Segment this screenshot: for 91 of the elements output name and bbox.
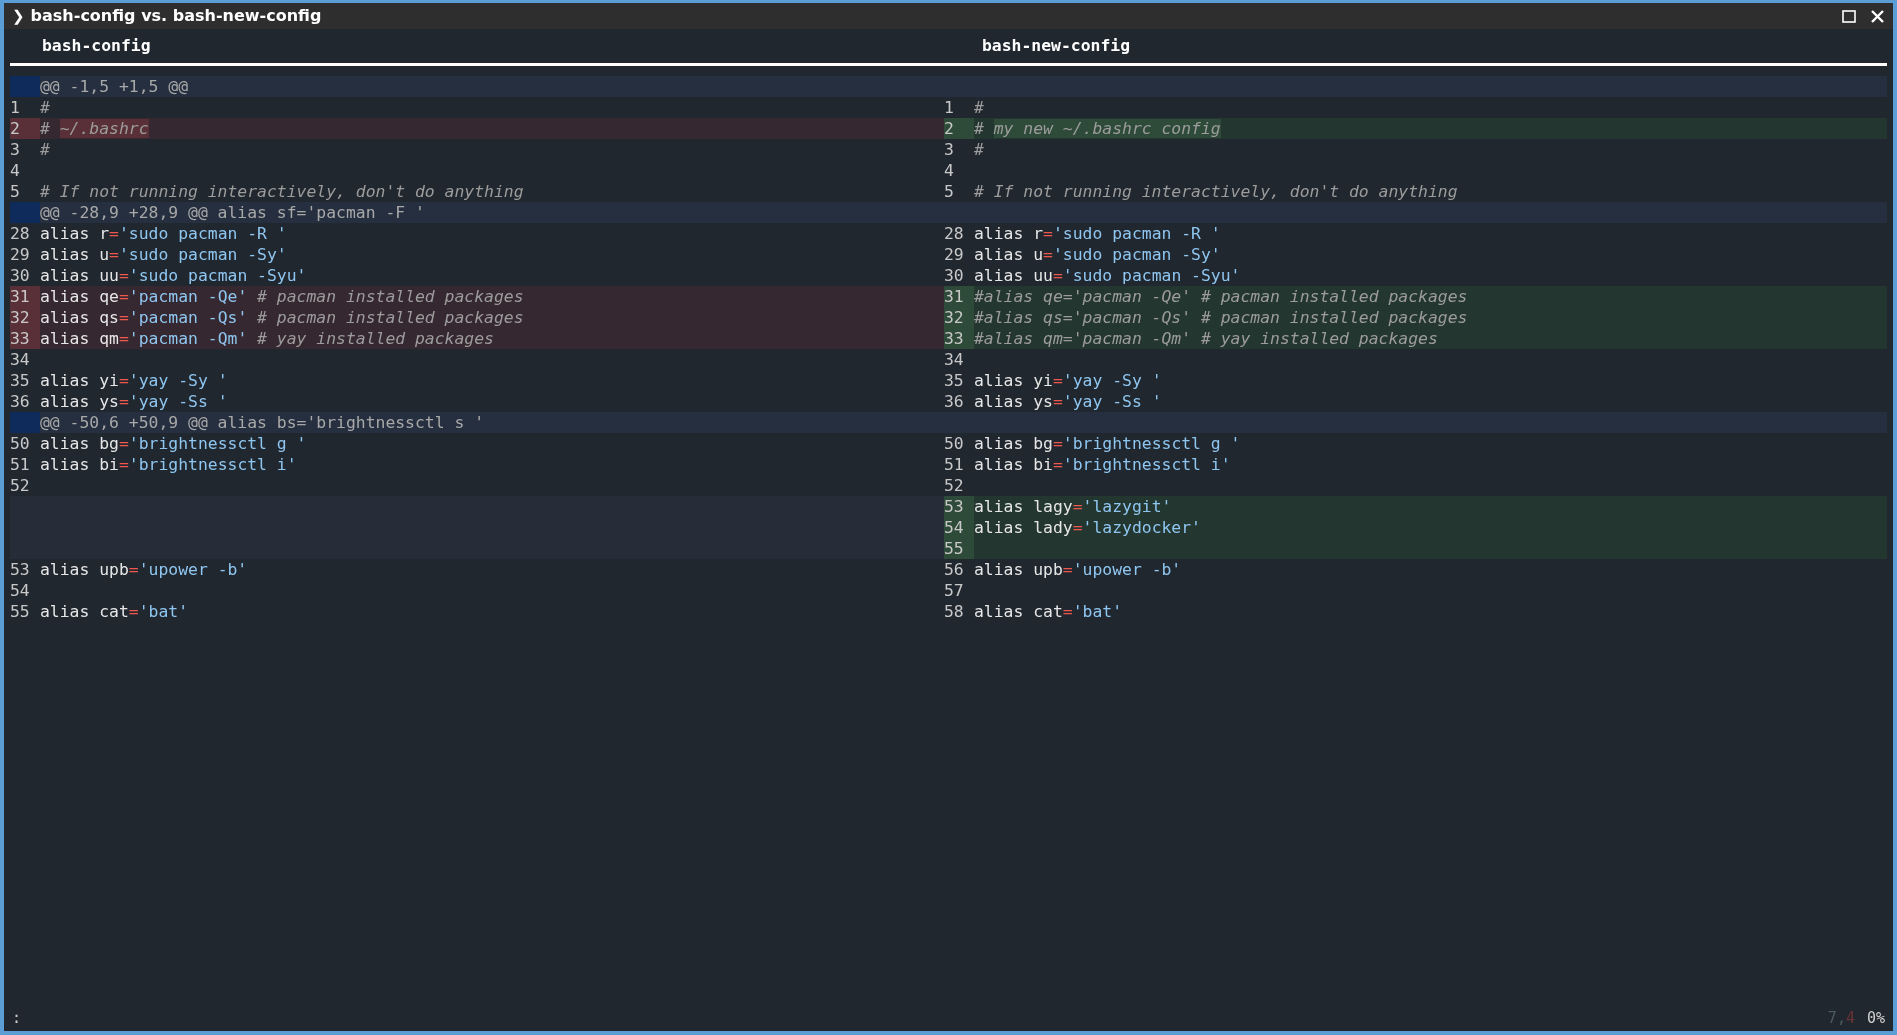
line-number: 34 <box>10 349 31 370</box>
code-line: alias bi='brightnessctl i' <box>974 454 1231 475</box>
code-line: # <box>974 139 984 160</box>
line-number: 28 <box>944 223 965 244</box>
code-line: alias yi='yay -Sy ' <box>40 370 228 391</box>
line-number: 29 <box>944 244 965 265</box>
line-number: 4 <box>10 160 21 181</box>
line-number: 51 <box>10 454 31 475</box>
code-line: # <box>40 139 50 160</box>
line-number: 56 <box>944 559 965 580</box>
code-line: alias qe='pacman -Qe' # pacman installed packages <box>40 286 524 307</box>
line-number: 31 <box>944 286 974 307</box>
line-number: 34 <box>944 349 965 370</box>
code-line: alias cat='bat' <box>974 601 1123 622</box>
code-line: alias r='sudo pacman -R ' <box>974 223 1221 244</box>
line-number: 58 <box>944 601 965 622</box>
code-line: alias lagy='lazygit' <box>974 496 1172 517</box>
scroll-percent: 0% <box>1866 1007 1885 1029</box>
code-line: #alias qs='pacman -Qs' # pacman installed packages <box>974 307 1468 328</box>
line-number: 5 <box>10 181 21 202</box>
line-number: 36 <box>944 391 965 412</box>
line-number: 52 <box>944 475 965 496</box>
line-number: 33 <box>944 328 974 349</box>
hunk-gutter <box>10 202 40 223</box>
code-line: #alias qe='pacman -Qe' # pacman installed packages <box>974 286 1468 307</box>
code-line: alias bg='brightnessctl g ' <box>974 433 1241 454</box>
code-line: alias lady='lazydocker' <box>974 517 1201 538</box>
code-line: alias upb='upower -b' <box>974 559 1182 580</box>
code-line: # <box>974 97 984 118</box>
line-number: 35 <box>10 370 31 391</box>
maximize-button[interactable] <box>1842 9 1856 23</box>
line-number: 36 <box>10 391 31 412</box>
code-line: alias ys='yay -Ss ' <box>40 391 228 412</box>
line-number: 55 <box>944 538 974 559</box>
code-line: alias u='sudo pacman -Sy' <box>40 244 287 265</box>
code-line: alias bi='brightnessctl i' <box>40 454 297 475</box>
code-line: alias bg='brightnessctl g ' <box>40 433 307 454</box>
line-number: 28 <box>10 223 31 244</box>
line-number: 57 <box>944 580 965 601</box>
code-line: alias u='sudo pacman -Sy' <box>974 244 1221 265</box>
code-line: #alias qm='pacman -Qm' # yay installed packages <box>974 328 1438 349</box>
line-number: 2 <box>10 118 40 139</box>
code-line: alias uu='sudo pacman -Syu' <box>40 265 307 286</box>
line-number: 30 <box>10 265 31 286</box>
line-number: 1 <box>10 97 21 118</box>
code-line: alias qs='pacman -Qs' # pacman installed packages <box>40 307 524 328</box>
hunk-header: @@ -1,5 +1,5 @@ <box>40 76 189 97</box>
hunk-header: @@ -28,9 +28,9 @@ alias sf='pacman -F ' <box>40 202 425 223</box>
line-number: 4 <box>944 160 955 181</box>
line-number: 33 <box>10 328 40 349</box>
line-number: 5 <box>944 181 955 202</box>
hunk-gutter <box>10 76 40 97</box>
line-number: 32 <box>10 307 40 328</box>
code-line: # <box>40 97 50 118</box>
hunk-header: @@ -50,6 +50,9 @@ alias bs='brightnessctl s ' <box>40 412 485 433</box>
code-line: alias r='sudo pacman -R ' <box>40 223 287 244</box>
code-line: # ~/.bashrc <box>40 118 149 139</box>
code-line: alias upb='upower -b' <box>40 559 248 580</box>
prompt-icon: ❯ <box>12 4 25 28</box>
command-line: : <box>12 1007 22 1029</box>
line-number: 30 <box>944 265 965 286</box>
line-number: 55 <box>10 601 31 622</box>
line-number: 52 <box>10 475 31 496</box>
line-number: 3 <box>10 139 21 160</box>
line-number: 54 <box>944 517 974 538</box>
code-line: alias cat='bat' <box>40 601 189 622</box>
code-line: alias uu='sudo pacman -Syu' <box>974 265 1241 286</box>
line-number: 1 <box>944 97 955 118</box>
line-number: 50 <box>10 433 31 454</box>
hunk-gutter <box>10 412 40 433</box>
code-line: alias yi='yay -Sy ' <box>974 370 1162 391</box>
code-line: alias ys='yay -Ss ' <box>974 391 1162 412</box>
line-number: 29 <box>10 244 31 265</box>
window-title: bash-config vs. bash-new-config <box>30 5 322 27</box>
line-number: 53 <box>10 559 31 580</box>
line-number: 53 <box>944 496 974 517</box>
line-number: 51 <box>944 454 965 475</box>
line-number: 2 <box>944 118 974 139</box>
line-number: 3 <box>944 139 955 160</box>
pane-title: bash-config <box>42 35 151 55</box>
line-number: 31 <box>10 286 40 307</box>
line-number: 35 <box>944 370 965 391</box>
close-button[interactable] <box>1870 8 1885 24</box>
line-number: 54 <box>10 580 31 601</box>
line-number: 32 <box>944 307 974 328</box>
code-line: # If not running interactively, don't do anything <box>974 181 1458 202</box>
code-line: alias qm='pacman -Qm' # yay installed packages <box>40 328 494 349</box>
line-number: 50 <box>944 433 965 454</box>
code-line: # my new ~/.bashrc config <box>974 118 1221 139</box>
pane-title: bash-new-config <box>982 35 1131 55</box>
code-line: # If not running interactively, don't do anything <box>40 181 524 202</box>
